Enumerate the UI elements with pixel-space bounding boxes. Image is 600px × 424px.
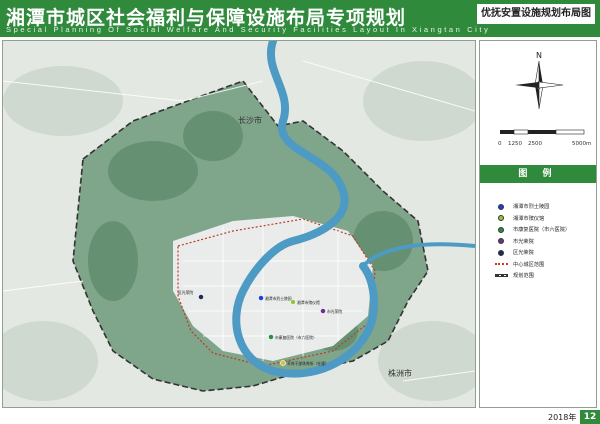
sheet-title-box: 优抚安置设施规划布局图 xyxy=(476,3,596,25)
north-arrow-icon: N xyxy=(515,51,564,110)
legend-label: 中心城区范围 xyxy=(513,261,545,268)
legend-header: 图 例 xyxy=(480,165,596,183)
legend-swatch xyxy=(494,214,508,222)
place-label-changsha: 长沙市 xyxy=(238,115,262,125)
legend-item: 湘潭市殡仪馆 xyxy=(494,213,594,225)
scale-tick: 5000m xyxy=(572,141,592,147)
page-number: 12 xyxy=(580,410,600,424)
scale-tick: 1250 xyxy=(508,141,522,147)
page-subtitle: Special Planning Of Social Welfare And S… xyxy=(6,25,491,34)
marker-dot xyxy=(268,334,274,340)
legend-item: 市康复医院（市六医院） xyxy=(494,224,594,236)
legend-item: 规划范围 xyxy=(494,270,594,282)
legend-panel: N 0 1250 2500 5000m 图 例 湘潭市烈士陵园 湘潭市殡仪馆 市… xyxy=(479,40,597,408)
scale-bar xyxy=(500,129,585,135)
facility-rehab-hospital[interactable]: 市康复医院（市六医院） xyxy=(268,334,317,340)
legend-label: 湘潭市烈士陵园 xyxy=(513,204,550,211)
legend-swatch xyxy=(494,203,508,211)
legend-swatch xyxy=(494,260,508,268)
legend-label: 市光荣院 xyxy=(513,238,534,245)
marker-label: 军休干部休养所（在建） xyxy=(287,361,329,366)
place-label-zhuzhou: 株洲市 xyxy=(388,368,412,378)
north-letter: N xyxy=(536,51,542,60)
marker-dot xyxy=(290,299,296,305)
legend-swatch xyxy=(494,226,508,234)
marker-label: 湘潭市烈士陵园 xyxy=(265,296,292,301)
legend-label: 区光荣院 xyxy=(513,250,534,257)
marker-dot xyxy=(198,294,204,300)
marker-label: 市康复医院（市六医院） xyxy=(275,335,317,340)
scale-labels: 0 1250 2500 5000m xyxy=(480,141,598,151)
legend-heading: 图 例 xyxy=(518,169,558,179)
marker-label: 市光荣院 xyxy=(327,309,342,314)
facility-honor-home[interactable]: 市光荣院 xyxy=(320,308,342,314)
legend-swatch xyxy=(494,237,508,245)
marker-dot xyxy=(258,295,264,301)
legend-item: 中心城区范围 xyxy=(494,259,594,271)
legend-swatch xyxy=(494,249,508,257)
legend-label: 规划范围 xyxy=(513,273,534,280)
facility-funeral-home[interactable]: 湘潭市殡仪馆 xyxy=(290,299,320,305)
map-frame: 长沙市 株洲市 湘潭市烈士陵园 湘潭市殡仪馆 市康复医院（市六医院） 市光荣院 xyxy=(2,40,476,408)
marker-dot xyxy=(320,308,326,314)
scale-tick: 2500 xyxy=(528,141,542,147)
footer-year: 2018年 xyxy=(548,413,577,422)
legend-label: 市康复医院（市六医院） xyxy=(513,227,571,234)
legend-swatch xyxy=(494,272,508,280)
marker-dot xyxy=(280,360,286,366)
sheet-title: 优抚安置设施规划布局图 xyxy=(481,8,591,19)
legend-item: 区光荣院 xyxy=(494,247,594,259)
marker-label: 区光荣院 xyxy=(178,290,193,295)
scale-tick: 0 xyxy=(498,141,502,147)
planning-map: 长沙市 株洲市 湘潭市烈士陵园 湘潭市殡仪馆 市康复医院（市六医院） 市光荣院 xyxy=(3,41,475,407)
legend-list: 湘潭市烈士陵园 湘潭市殡仪馆 市康复医院（市六医院） 市光荣院 区光荣院 中心城… xyxy=(494,201,594,282)
legend-item: 湘潭市烈士陵园 xyxy=(494,201,594,213)
legend-item: 市光荣院 xyxy=(494,236,594,248)
facility-retirement[interactable]: 军休干部休养所（在建） xyxy=(280,360,329,366)
marker-label: 湘潭市殡仪馆 xyxy=(297,300,320,305)
footer-band xyxy=(0,410,600,424)
legend-label: 湘潭市殡仪馆 xyxy=(513,215,545,222)
